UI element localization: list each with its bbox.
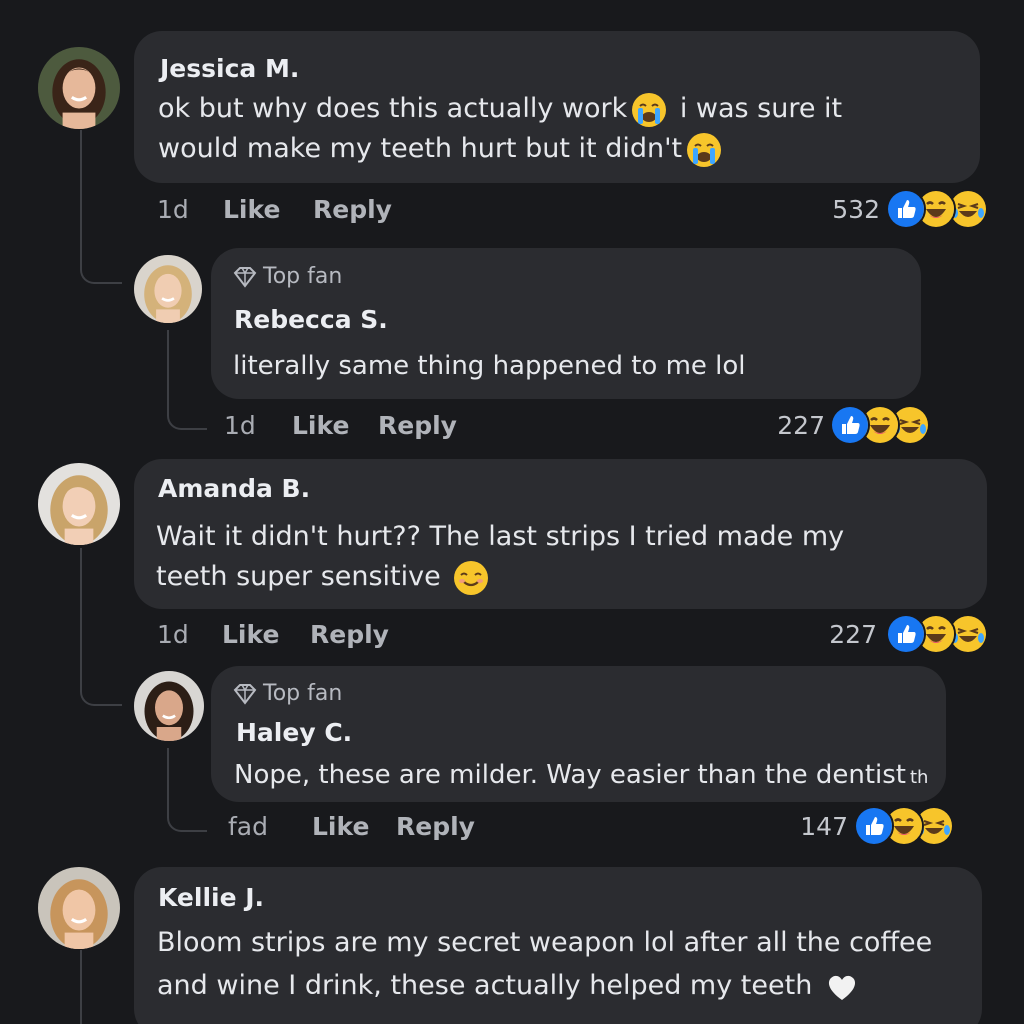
comment-timestamp[interactable]: 1d bbox=[157, 195, 189, 224]
comment-text: Nope, these are milder. Way easier than … bbox=[234, 755, 928, 798]
like-icon bbox=[854, 806, 894, 846]
top-fan-label: Top fan bbox=[263, 264, 343, 289]
like-button[interactable]: Like bbox=[222, 620, 279, 649]
like-button[interactable]: Like bbox=[223, 195, 280, 224]
reaction-icons[interactable] bbox=[830, 405, 940, 445]
white-heart-icon bbox=[824, 969, 860, 1005]
thread-connector bbox=[80, 130, 122, 284]
like-button[interactable]: Like bbox=[292, 411, 349, 440]
avatar[interactable] bbox=[38, 47, 120, 129]
thread-connector bbox=[167, 748, 207, 832]
comment-timestamp[interactable]: 1d bbox=[224, 411, 256, 440]
avatar[interactable] bbox=[38, 867, 120, 949]
reply-button[interactable]: Reply bbox=[313, 195, 392, 224]
comment-text-line: and wine I drink, these actually helped … bbox=[157, 970, 813, 1001]
commenter-name[interactable]: Kellie J. bbox=[158, 883, 264, 912]
top-fan-badge: Top fan bbox=[233, 681, 342, 706]
diamond-badge-icon bbox=[233, 266, 257, 288]
reply-button[interactable]: Reply bbox=[378, 411, 457, 440]
thread-connector bbox=[80, 950, 82, 1024]
comment-text-line: Nope, these are milder. Way easier than … bbox=[234, 760, 906, 790]
commenter-name[interactable]: Rebecca S. bbox=[234, 305, 388, 334]
like-icon bbox=[886, 189, 926, 229]
comments-feed: Jessica M. ok but why does this actually… bbox=[0, 0, 1024, 1024]
reaction-icons[interactable] bbox=[886, 614, 996, 654]
reaction-count[interactable]: 532 bbox=[800, 195, 880, 224]
avatar[interactable] bbox=[38, 463, 120, 545]
comment-text: Bloom strips are my secret weapon lol af… bbox=[157, 927, 933, 958]
like-button[interactable]: Like bbox=[312, 812, 369, 841]
comment-text-line: would make my teeth hurt but it didn't bbox=[158, 133, 683, 164]
comment-timestamp[interactable]: 1d bbox=[157, 620, 189, 649]
reaction-count[interactable]: 227 bbox=[797, 620, 877, 649]
smiling-emoji-icon bbox=[453, 560, 489, 596]
crying-emoji-icon bbox=[686, 132, 722, 168]
reaction-icons[interactable] bbox=[886, 189, 996, 229]
comment-text: ok but why does this actually work i was… bbox=[158, 89, 842, 129]
commenter-name[interactable]: Haley C. bbox=[236, 718, 352, 747]
avatar[interactable] bbox=[134, 255, 202, 323]
comment-text-line: teeth super sensitive bbox=[156, 561, 441, 592]
comment-text: literally same thing happened to me lol bbox=[233, 351, 746, 381]
top-fan-label: Top fan bbox=[263, 681, 343, 706]
like-icon bbox=[886, 614, 926, 654]
commenter-name[interactable]: Jessica M. bbox=[160, 54, 299, 83]
reply-button[interactable]: Reply bbox=[310, 620, 389, 649]
top-fan-badge: Top fan bbox=[233, 264, 342, 289]
reaction-count[interactable]: 147 bbox=[768, 812, 848, 841]
truncated-text: th bbox=[909, 767, 929, 788]
crying-emoji-icon bbox=[631, 92, 667, 128]
thread-connector bbox=[80, 548, 122, 706]
like-icon bbox=[830, 405, 870, 445]
comment-text: Wait it didn't hurt?? The last strips I … bbox=[156, 521, 845, 552]
comment-text-line: i was sure it bbox=[679, 93, 843, 124]
commenter-name[interactable]: Amanda B. bbox=[158, 474, 310, 503]
comment-text: teeth super sensitive bbox=[156, 557, 493, 597]
reply-button[interactable]: Reply bbox=[396, 812, 475, 841]
diamond-badge-icon bbox=[233, 683, 257, 705]
comment-text: and wine I drink, these actually helped … bbox=[157, 966, 864, 1006]
avatar[interactable] bbox=[134, 671, 204, 741]
comment-text: would make my teeth hurt but it didn't bbox=[158, 129, 726, 169]
comment-timestamp[interactable]: fad bbox=[228, 812, 268, 841]
reaction-icons[interactable] bbox=[854, 806, 964, 846]
comment-text-line: ok but why does this actually work bbox=[158, 93, 628, 124]
reaction-count[interactable]: 227 bbox=[745, 411, 825, 440]
thread-connector bbox=[167, 330, 207, 430]
